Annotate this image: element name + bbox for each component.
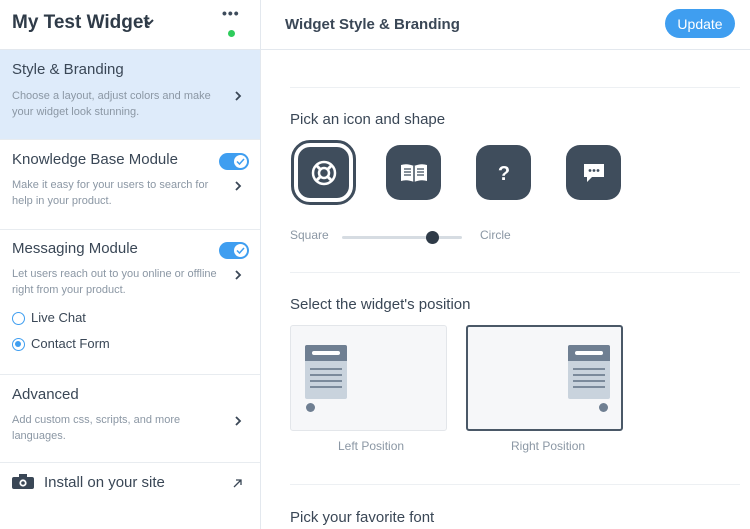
divider <box>290 484 740 485</box>
messaging-toggle[interactable] <box>219 242 249 259</box>
section-description: Let users reach out to you online or off… <box>12 268 217 296</box>
radio-label: Live Chat <box>31 310 86 325</box>
right-position-card[interactable] <box>466 325 623 431</box>
sidebar-section-knowledge-base[interactable]: Knowledge Base Module Make it easy for y… <box>0 140 260 230</box>
icon-option-question[interactable]: ? <box>476 145 531 200</box>
more-options-icon[interactable]: ••• <box>222 6 240 20</box>
launcher-dot <box>306 403 315 412</box>
radio-label: Contact Form <box>31 336 110 351</box>
sidebar-section-style-branding[interactable]: Style & Branding Choose a layout, adjust… <box>0 50 260 140</box>
chevron-right-icon <box>235 416 242 426</box>
divider <box>290 272 740 273</box>
update-button[interactable]: Update <box>665 9 735 38</box>
page-title: Widget Style & Branding <box>285 16 460 33</box>
launcher-dot <box>599 403 608 412</box>
shape-slider-max-label: Circle <box>480 228 511 242</box>
svg-text:?: ? <box>497 163 509 185</box>
chevron-down-icon[interactable] <box>144 17 154 27</box>
chat-bubble-icon <box>583 163 604 182</box>
shape-slider-track[interactable] <box>342 236 462 239</box>
section-title: Messaging Module <box>12 240 138 257</box>
icon-shape-heading: Pick an icon and shape <box>290 111 446 128</box>
widget-preview <box>568 345 610 399</box>
question-icon: ? <box>497 163 509 185</box>
section-description: Make it easy for your users to search fo… <box>12 179 209 207</box>
install-label: Install on your site <box>44 474 165 491</box>
online-status-dot <box>228 30 235 37</box>
knowledge-base-toggle[interactable] <box>219 153 249 170</box>
radio-button[interactable] <box>12 312 25 325</box>
external-link-icon <box>233 479 242 488</box>
left-position-label: Left Position <box>338 439 405 453</box>
widget-name[interactable]: My Test Widget <box>12 12 150 34</box>
position-heading: Select the widget's position <box>290 296 471 313</box>
book-icon <box>400 163 427 182</box>
icon-option-chat[interactable] <box>566 145 621 200</box>
icon-option-lifebuoy[interactable] <box>291 140 356 205</box>
chevron-right-icon <box>235 91 242 101</box>
widget-preview <box>305 345 347 399</box>
chevron-right-icon <box>235 270 242 280</box>
section-title: Advanced <box>12 386 79 403</box>
section-title: Style & Branding <box>12 61 124 78</box>
left-position-card[interactable] <box>290 325 447 431</box>
section-description: Choose a layout, adjust colors and make … <box>12 90 211 118</box>
chevron-right-icon <box>235 181 242 191</box>
shape-slider-thumb[interactable] <box>426 231 439 244</box>
divider <box>290 87 740 88</box>
right-position-label: Right Position <box>511 439 586 453</box>
sidebar-section-messaging[interactable]: Messaging Module Let users reach out to … <box>0 230 260 375</box>
shape-slider-min-label: Square <box>290 228 329 242</box>
lifebuoy-icon <box>311 160 336 185</box>
install-on-site-link[interactable]: Install on your site <box>0 463 260 503</box>
font-heading: Pick your favorite font <box>290 509 435 526</box>
sidebar: My Test Widget ••• Style & Branding Choo… <box>0 0 261 529</box>
icon-option-book[interactable] <box>386 145 441 200</box>
radio-button[interactable] <box>12 338 25 351</box>
sidebar-section-advanced[interactable]: Advanced Add custom css, scripts, and mo… <box>0 375 260 463</box>
main-header: Widget Style & Branding Update <box>261 0 750 50</box>
section-title: Knowledge Base Module <box>12 151 178 168</box>
widget-header: My Test Widget ••• <box>0 0 260 50</box>
section-description: Add custom css, scripts, and more langua… <box>12 414 181 442</box>
install-icon <box>12 474 34 489</box>
